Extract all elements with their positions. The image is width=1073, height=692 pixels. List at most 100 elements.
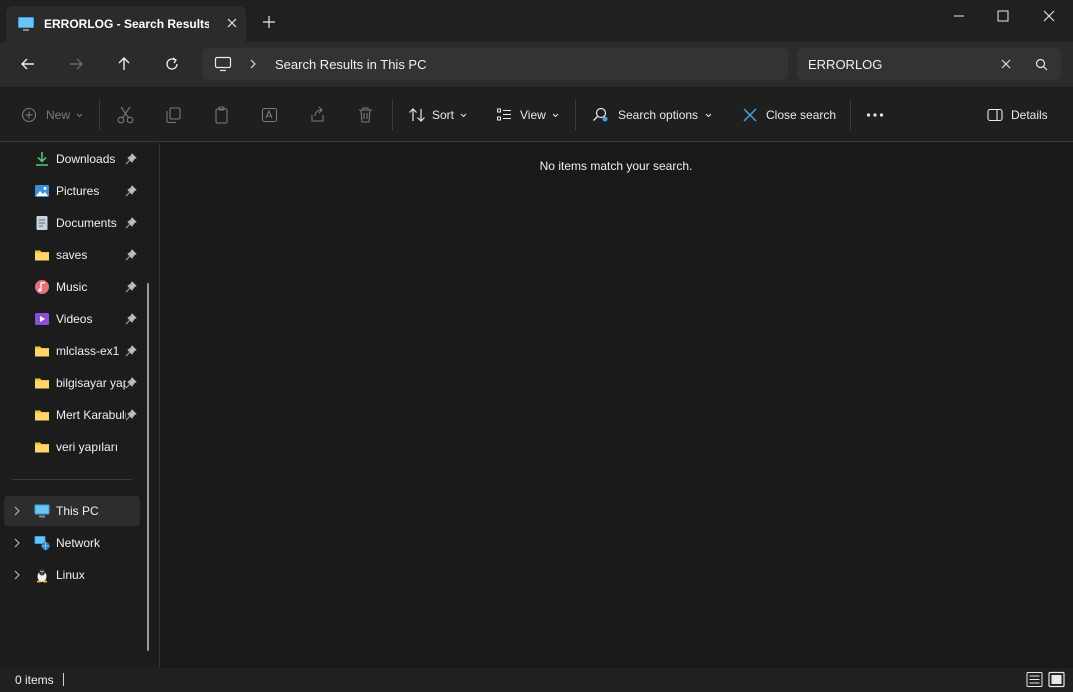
up-arrow-icon[interactable]: [116, 56, 132, 72]
sort-button[interactable]: Sort: [408, 105, 467, 125]
sidebar-item-videos[interactable]: Videos: [4, 304, 140, 334]
navigation-pane: Downloads Pictures Documents saves Music…: [0, 143, 160, 668]
download-icon: [36, 152, 48, 166]
sidebar-item-documents[interactable]: Documents: [4, 208, 140, 238]
videos-icon: [35, 313, 49, 325]
sort-label: Sort: [432, 108, 455, 122]
folder-icon: [35, 346, 49, 357]
sidebar-item-linux[interactable]: Linux: [4, 560, 140, 590]
sidebar-item-label: Documents: [56, 216, 117, 230]
details-button[interactable]: Details: [987, 105, 1048, 125]
folder-icon: [35, 378, 49, 389]
documents-icon: [36, 216, 48, 230]
toolbar-divider: [99, 99, 100, 130]
sidebar-item-mlclass-ex1[interactable]: mlclass-ex1: [4, 336, 140, 366]
chevron-right-icon[interactable]: [13, 506, 21, 516]
sidebar-item-music[interactable]: Music: [4, 272, 140, 302]
pin-icon[interactable]: [125, 185, 137, 197]
new-tab-icon[interactable]: [262, 15, 276, 29]
network-icon: [34, 536, 50, 550]
sidebar-item-this-pc[interactable]: This PC: [4, 496, 140, 526]
minimize-icon[interactable]: [951, 8, 967, 24]
refresh-icon[interactable]: [164, 56, 180, 72]
pin-icon[interactable]: [125, 249, 137, 261]
sort-icon: [409, 108, 425, 122]
linux-icon: [36, 568, 48, 583]
chevron-right-icon[interactable]: [249, 59, 257, 69]
sidebar-item-label: Network: [56, 536, 101, 550]
sidebar-item-mert-karabulut[interactable]: Mert Karabulut: [4, 400, 140, 430]
search-input[interactable]: ERRORLOG: [808, 57, 882, 72]
sidebar-item-saves[interactable]: saves: [4, 240, 140, 270]
sidebar-item-label: This PC: [56, 504, 99, 518]
pin-icon[interactable]: [125, 153, 137, 165]
window-tab[interactable]: ERRORLOG - Search Results in: [6, 6, 246, 42]
details-view-icon[interactable]: [1026, 671, 1043, 688]
toolbar-divider: [392, 99, 393, 130]
view-list-icon: [497, 108, 511, 121]
computer-icon: [34, 504, 50, 518]
folder-icon: [35, 250, 49, 261]
more-options-icon[interactable]: [866, 105, 884, 125]
rename-icon[interactable]: [261, 105, 278, 125]
copy-icon[interactable]: [165, 105, 182, 125]
address-bar[interactable]: Search Results in This PC: [202, 48, 788, 80]
pin-icon[interactable]: [125, 217, 137, 229]
sidebar-item-label: Downloads: [56, 152, 116, 166]
search-options-icon: [593, 107, 608, 122]
pin-icon[interactable]: [125, 377, 137, 389]
sidebar-item-downloads[interactable]: Downloads: [4, 144, 140, 174]
maximize-icon[interactable]: [995, 8, 1011, 24]
sidebar-item-label: bilgisayar yapısı: [56, 376, 126, 390]
sidebar-item-pictures[interactable]: Pictures: [4, 176, 140, 206]
command-bar: New Sort View Search options Close searc…: [0, 88, 1073, 142]
view-button[interactable]: View: [496, 105, 559, 125]
pin-icon[interactable]: [125, 409, 137, 421]
sidebar-item-label: Music: [56, 280, 88, 294]
plus-circle-icon: [21, 107, 37, 123]
search-box[interactable]: ERRORLOG: [797, 48, 1061, 80]
chevron-down-icon: [705, 113, 712, 117]
chevron-right-icon[interactable]: [13, 570, 21, 580]
close-search-button[interactable]: Close search: [742, 105, 836, 125]
clear-search-icon[interactable]: [1001, 59, 1011, 69]
new-button[interactable]: New: [21, 105, 83, 125]
sidebar-scrollbar[interactable]: [147, 283, 149, 651]
title-bar: ERRORLOG - Search Results in: [0, 0, 1073, 42]
new-label: New: [46, 108, 71, 122]
folder-icon: [35, 442, 49, 453]
back-arrow-icon[interactable]: [20, 56, 36, 72]
sidebar-item-network[interactable]: Network: [4, 528, 140, 558]
computer-icon: [18, 17, 34, 31]
search-options-label: Search options: [618, 108, 699, 122]
pin-icon[interactable]: [125, 345, 137, 357]
tiles-view-icon[interactable]: [1048, 671, 1065, 688]
close-window-icon[interactable]: [1041, 8, 1057, 24]
close-search-label: Close search: [766, 108, 837, 122]
close-tab-icon[interactable]: [224, 15, 240, 31]
pin-icon[interactable]: [125, 313, 137, 325]
chevron-right-icon[interactable]: [13, 538, 21, 548]
sidebar-item-bilgisayar-yapisi[interactable]: bilgisayar yapısı: [4, 368, 140, 398]
sidebar-item-veri-yapilari[interactable]: veri yapıları: [4, 432, 140, 462]
music-icon: [35, 280, 49, 294]
search-icon[interactable]: [1035, 58, 1048, 71]
status-separator: [63, 673, 64, 686]
sidebar-item-label: Mert Karabulut: [56, 408, 126, 422]
toolbar-divider: [575, 99, 576, 130]
chevron-down-icon: [460, 113, 467, 117]
cut-icon[interactable]: [117, 105, 134, 125]
navigation-bar: Search Results in This PC ERRORLOG: [0, 42, 1073, 87]
delete-icon[interactable]: [357, 105, 374, 125]
search-options-button[interactable]: Search options: [592, 105, 712, 125]
forward-arrow-icon[interactable]: [68, 56, 84, 72]
pin-icon[interactable]: [125, 281, 137, 293]
sidebar-divider: [12, 479, 132, 480]
details-label: Details: [1011, 108, 1048, 122]
share-icon[interactable]: [309, 105, 326, 125]
close-icon: [743, 108, 757, 122]
details-pane-icon: [987, 108, 1003, 122]
paste-icon[interactable]: [213, 105, 230, 125]
file-list-pane[interactable]: No items match your search.: [161, 143, 1073, 668]
toolbar-divider: [850, 99, 851, 130]
